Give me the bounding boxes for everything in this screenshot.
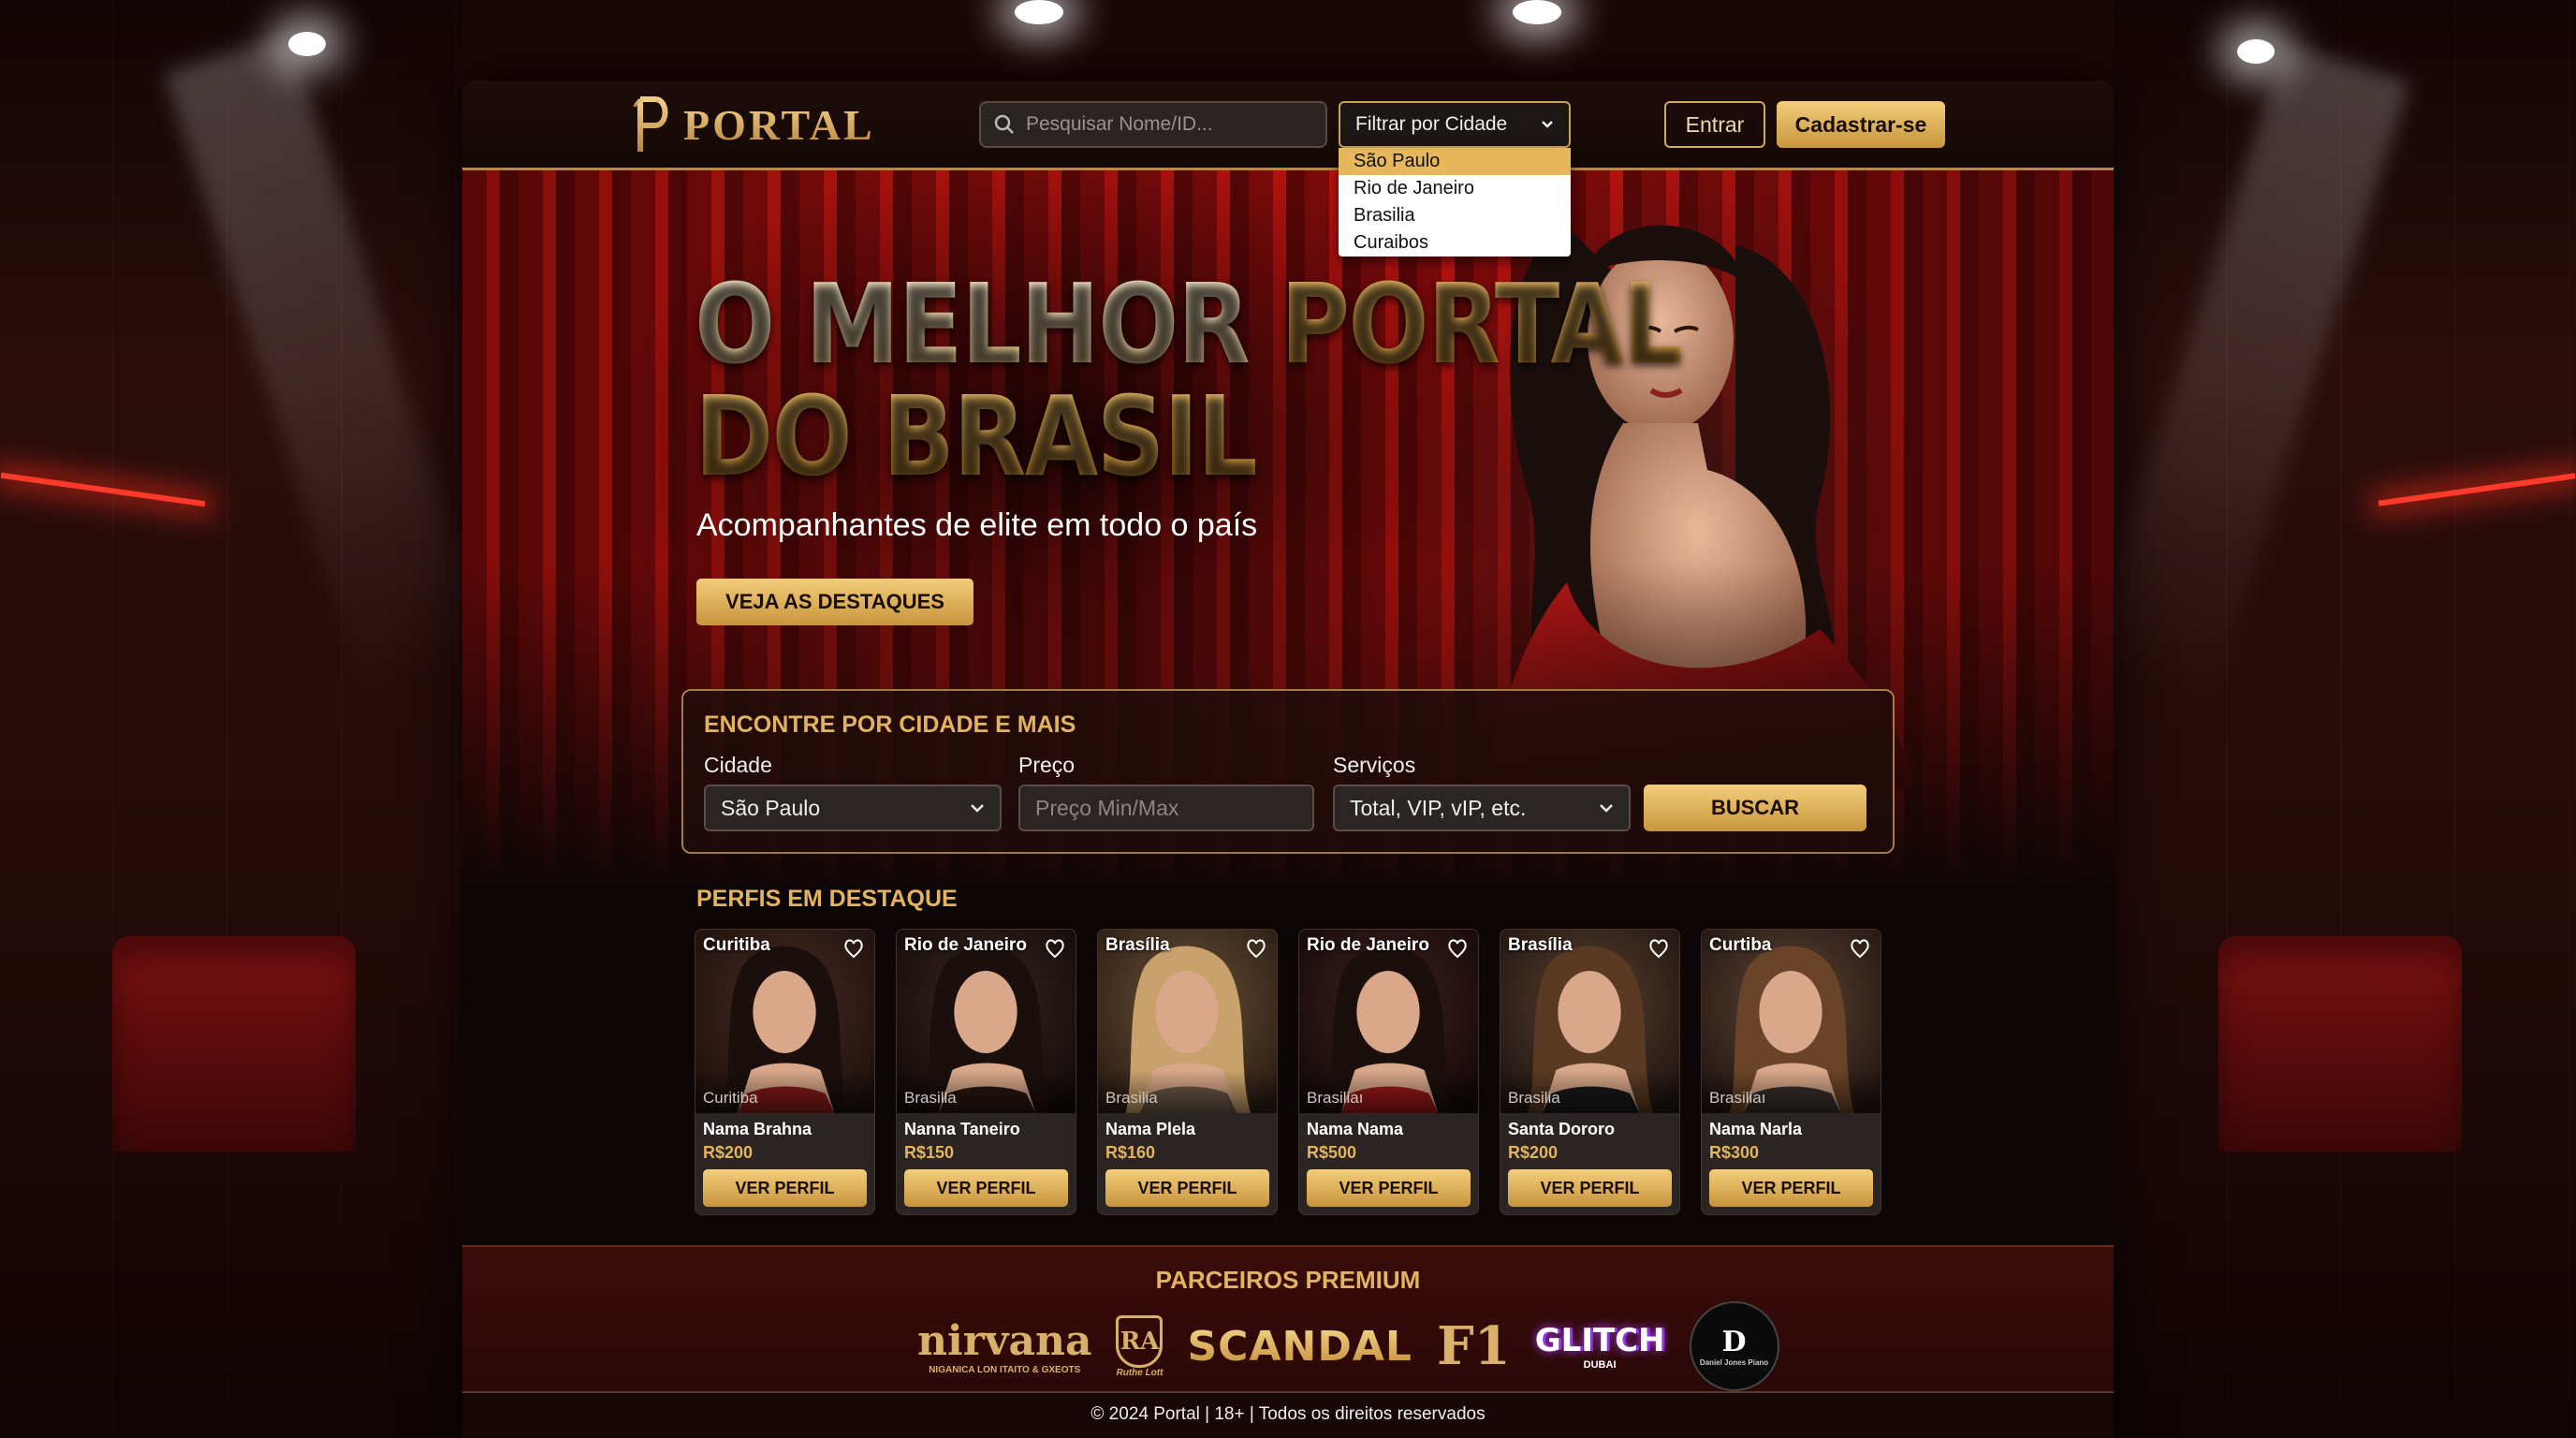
profile-city: Brasília — [1105, 935, 1170, 955]
view-profile-button[interactable]: VER PERFIL — [703, 1169, 867, 1207]
city-option-sao-paulo[interactable]: São Paulo — [1339, 148, 1571, 175]
profile-city: Rio de Janeiro — [904, 935, 1027, 955]
profile-city: Brasília — [1508, 935, 1573, 955]
top-navigation-bar: PORTAL Filtrar por Cidade Entrar Cadastr… — [462, 81, 2114, 170]
city-filter-select[interactable]: Filtrar por Cidade — [1339, 101, 1571, 148]
left-lounge-booth — [112, 936, 356, 1152]
profile-city: Curtiba — [1709, 935, 1772, 955]
brand-name: PORTAL — [683, 100, 875, 149]
services-select-value: Total, VIP, vIP, etc. — [1350, 795, 1527, 820]
profile-price: R$160 — [1105, 1143, 1156, 1162]
filter-box-title: ENCONTRE POR CIDADE E MAIS — [704, 712, 1076, 738]
brand-logo[interactable]: PORTAL — [631, 94, 875, 155]
price-field[interactable] — [1018, 785, 1314, 831]
featured-profiles-title: PERFIS EM DESTAQUE — [696, 886, 958, 912]
city-filter-label: Filtrar por Cidade — [1355, 113, 1508, 135]
view-profile-button[interactable]: VER PERFIL — [1709, 1169, 1873, 1207]
heart-icon[interactable] — [1245, 937, 1267, 960]
footer: © 2024 Portal | 18+ | Todos os direitos … — [462, 1391, 2114, 1438]
profile-name: Nama Plela — [1105, 1120, 1196, 1138]
profile-name: Santa Dororo — [1508, 1120, 1616, 1138]
profile-name: Nanna Taneiro — [904, 1120, 1020, 1138]
chevron-down-icon — [1600, 804, 1613, 813]
profile-location: Curitiba — [703, 1089, 758, 1107]
heart-icon[interactable] — [1446, 937, 1469, 960]
partner-logo-ra[interactable]: RA Ruthe Lott — [1116, 1314, 1164, 1378]
city-select[interactable]: São Paulo — [704, 785, 1002, 831]
search-input[interactable] — [1026, 113, 1307, 136]
left-spotlight — [288, 32, 326, 56]
profile-card: Curitiba Curitiba Nama Brahna R$200 VER … — [695, 929, 875, 1215]
profile-price: R$300 — [1709, 1143, 1760, 1162]
price-label: Preço — [1018, 753, 1076, 777]
top-spotlight-1 — [1015, 0, 1063, 24]
view-profile-button[interactable]: VER PERFIL — [1508, 1169, 1672, 1207]
profile-name: Nama Brahna — [703, 1120, 812, 1138]
city-option-brasilia[interactable]: Brasilia — [1339, 202, 1571, 229]
profile-card: Brasília Brasilia Santa Dororo R$200 VER… — [1500, 929, 1680, 1215]
heart-icon[interactable] — [1044, 937, 1066, 960]
search-box[interactable] — [979, 101, 1327, 148]
view-profile-button[interactable]: VER PERFIL — [904, 1169, 1068, 1207]
partner-logo-nirvana[interactable]: nirvana NIGANICA LON ITAITO & GXEOTS — [917, 1317, 1091, 1375]
partner-logo-piano[interactable]: D Daniel Jones Piano — [1689, 1301, 1779, 1391]
profile-price: R$500 — [1307, 1143, 1357, 1162]
city-option-rio-de-janeiro[interactable]: Rio de Janeiro — [1339, 175, 1571, 202]
partner-logos: nirvana NIGANICA LON ITAITO & GXEOTS RA … — [917, 1301, 1779, 1391]
city-option-curaibos[interactable]: Curaibos — [1339, 229, 1571, 257]
profile-location: Brasilia — [1508, 1089, 1560, 1107]
hero-subtitle: Acompanhantes de elite em todo o país — [696, 507, 1258, 543]
view-profile-button[interactable]: VER PERFIL — [1307, 1169, 1471, 1207]
price-input[interactable] — [1035, 795, 1297, 821]
partner-logo-scandal[interactable]: SCANDAL — [1187, 1323, 1412, 1371]
main-panel: PORTAL Filtrar por Cidade Entrar Cadastr… — [462, 81, 2114, 1438]
profile-city: Rio de Janeiro — [1307, 935, 1429, 955]
services-label: Serviços — [1333, 753, 1416, 777]
city-select-value: São Paulo — [721, 795, 821, 820]
profile-price: R$200 — [703, 1143, 754, 1162]
right-lounge-booth — [2218, 936, 2462, 1152]
heart-icon[interactable] — [842, 937, 865, 960]
profile-location: Brasilla — [904, 1089, 957, 1107]
partners-title: PARCEIROS PREMIUM — [1155, 1266, 1421, 1294]
profile-location: Brasilia — [1105, 1089, 1158, 1107]
profile-card: Brasília Brasilia Nama Plela R$160 VER P… — [1097, 929, 1278, 1215]
premium-partners-section: PARCEIROS PREMIUM nirvana NIGANICA LON I… — [462, 1245, 2114, 1391]
login-button[interactable]: Entrar — [1664, 101, 1765, 148]
search-filter-box: ENCONTRE POR CIDADE E MAIS Cidade São Pa… — [681, 689, 1895, 854]
profile-name: Nama Narla — [1709, 1120, 1803, 1138]
profile-location: Brasiliaı — [1307, 1089, 1364, 1107]
signup-button[interactable]: Cadastrar-se — [1777, 101, 1945, 148]
chevron-down-icon — [971, 804, 984, 813]
top-spotlight-2 — [1513, 0, 1561, 24]
partner-logo-glitch[interactable]: GLITCH DUBAI — [1535, 1322, 1665, 1371]
profile-price: R$150 — [904, 1143, 955, 1162]
hero-title: O MELHOR PORTAL DO BRASIL — [695, 259, 1683, 501]
heart-icon[interactable] — [1849, 937, 1871, 960]
profile-card: Curtiba Brasiliaı Nama Narla R$300 VER P… — [1701, 929, 1881, 1215]
profile-card: Rio de Janeiro Brasilla Nanna Taneiro R$… — [896, 929, 1076, 1215]
services-select[interactable]: Total, VIP, vIP, etc. — [1333, 785, 1631, 831]
city-label: Cidade — [704, 753, 772, 777]
partner-logo-f1[interactable]: F1 — [1437, 1315, 1511, 1377]
search-icon — [994, 114, 1014, 134]
profile-name: Nama Nama — [1307, 1120, 1404, 1138]
search-submit-button[interactable]: BUSCAR — [1644, 785, 1866, 831]
view-highlights-button[interactable]: VEJA AS DESTAQUES — [696, 579, 973, 625]
profile-city: Curitiba — [703, 935, 770, 955]
profile-card: Rio de Janeiro Brasiliaı Nama Nama R$500… — [1298, 929, 1479, 1215]
view-profile-button[interactable]: VER PERFIL — [1105, 1169, 1269, 1207]
chevron-down-icon — [1542, 121, 1553, 128]
profile-price: R$200 — [1508, 1143, 1559, 1162]
city-dropdown-menu: São Paulo Rio de Janeiro Brasilia Curaib… — [1339, 148, 1571, 257]
heart-icon[interactable] — [1647, 937, 1670, 960]
featured-profiles-list: Curitiba Curitiba Nama Brahna R$200 VER … — [695, 929, 1881, 1215]
profile-location: Brasiliaı — [1709, 1089, 1766, 1107]
portal-p-logo-icon — [633, 96, 668, 152]
right-spotlight — [2237, 39, 2275, 64]
